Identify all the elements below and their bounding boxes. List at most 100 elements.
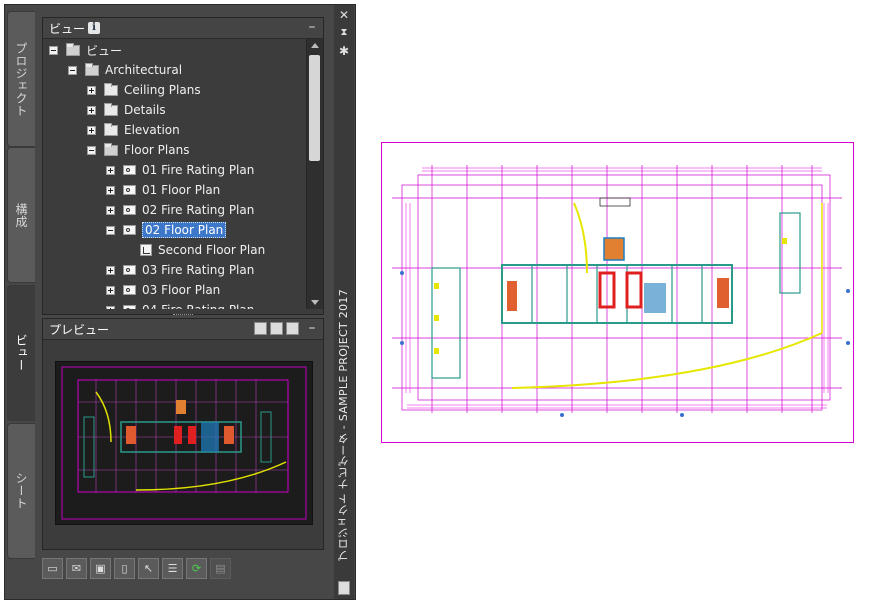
folder-icon bbox=[104, 82, 118, 96]
collapse-icon[interactable] bbox=[87, 145, 96, 155]
collapse-icon[interactable] bbox=[106, 225, 115, 235]
refresh-icon: ⟳ bbox=[191, 562, 202, 575]
tab-views-label: ビュー bbox=[14, 334, 28, 372]
view-properties-icon: ↖ bbox=[143, 562, 154, 575]
collapse-preview-button[interactable]: – bbox=[307, 321, 317, 335]
tree-item-label: 02 Fire Rating Plan bbox=[142, 203, 255, 217]
tree-item-label: 01 Floor Plan bbox=[142, 183, 221, 197]
preview-panel: プレビュー – bbox=[42, 318, 324, 550]
view-properties-button[interactable]: ↖ bbox=[138, 558, 159, 579]
tree-item[interactable]: Floor Plans bbox=[87, 140, 189, 160]
close-icon[interactable]: ✕ bbox=[338, 9, 350, 21]
view-list-icon: ☰ bbox=[167, 562, 178, 575]
preview-panel-header: プレビュー – bbox=[43, 319, 323, 340]
expand-icon[interactable] bbox=[106, 205, 115, 215]
folder-icon bbox=[104, 102, 118, 116]
palette-title: プロジェクト ナビゲータ - SAMPLE PROJECT 2017 bbox=[336, 275, 352, 575]
expand-icon[interactable] bbox=[87, 105, 96, 115]
scroll-thumb[interactable] bbox=[309, 55, 320, 161]
scroll-up-icon[interactable] bbox=[311, 43, 319, 48]
expand-icon[interactable] bbox=[106, 305, 115, 309]
folder-open-icon bbox=[66, 42, 80, 56]
sheet-set-icon: ▤ bbox=[215, 562, 226, 575]
tree-scrollbar[interactable] bbox=[306, 39, 323, 309]
view-icon bbox=[123, 165, 136, 175]
view-icon bbox=[123, 265, 136, 275]
tree-item[interactable]: Elevation bbox=[87, 120, 180, 140]
expand-icon[interactable] bbox=[106, 165, 115, 175]
tree-item[interactable]: 03 Fire Rating Plan bbox=[106, 260, 254, 280]
new-view-button[interactable]: ▭ bbox=[42, 558, 63, 579]
tree-item-label: Ceiling Plans bbox=[124, 83, 201, 97]
palette-title-strip: ✕ ⧗ ✱ プロジェクト ナビゲータ - SAMPLE PROJECT 2017 bbox=[334, 5, 354, 599]
tab-sheets-label: シート bbox=[14, 472, 28, 510]
view-icon bbox=[123, 305, 136, 309]
preview-settings-icon[interactable] bbox=[286, 322, 299, 335]
new-view-icon: ▭ bbox=[47, 562, 58, 575]
tree-item[interactable]: 03 Floor Plan bbox=[106, 280, 220, 300]
tree-item-label: Architectural bbox=[105, 63, 183, 77]
tree-item[interactable]: 02 Fire Rating Plan bbox=[106, 200, 254, 220]
settings-icon[interactable]: ✱ bbox=[338, 45, 350, 57]
folder-open-icon bbox=[85, 62, 99, 76]
collapse-views-button[interactable]: – bbox=[307, 20, 317, 34]
tab-sheets[interactable]: シート bbox=[7, 423, 35, 559]
tab-project[interactable]: プロジェクト bbox=[7, 11, 35, 147]
view-icon bbox=[123, 205, 136, 215]
delete-view-icon: ▯ bbox=[121, 562, 128, 575]
scroll-down-icon[interactable] bbox=[311, 300, 319, 305]
tree-item-label: 02 Floor Plan bbox=[142, 222, 227, 238]
expand-icon[interactable] bbox=[106, 265, 115, 275]
view-icon bbox=[123, 225, 136, 235]
delete-view-button[interactable]: ▯ bbox=[114, 558, 135, 579]
collapse-icon[interactable] bbox=[49, 45, 58, 55]
view-tree: ビュー Architectural Ceiling Plans Details Elev… bbox=[43, 39, 305, 309]
tree-item[interactable]: 01 Floor Plan bbox=[106, 180, 220, 200]
tree-item[interactable]: 04 Fire Rating Plan bbox=[106, 300, 254, 309]
expand-icon[interactable] bbox=[87, 125, 96, 135]
edit-view-button[interactable]: ▣ bbox=[90, 558, 111, 579]
preview-mode-icon[interactable] bbox=[254, 322, 267, 335]
expand-icon[interactable] bbox=[106, 185, 115, 195]
tree-item-label: Details bbox=[124, 103, 166, 117]
views-panel: ビュー i – ビュー Architectural Ceiling Plans Det… bbox=[42, 17, 324, 315]
palette-title-text: プロジェクト ナビゲータ - SAMPLE PROJECT 2017 bbox=[337, 288, 350, 562]
properties-icon[interactable] bbox=[338, 581, 350, 595]
tree-item-label: Elevation bbox=[124, 123, 180, 137]
preview-panel-title: プレビュー bbox=[49, 322, 110, 337]
tree-item[interactable]: 01 Fire Rating Plan bbox=[106, 160, 254, 180]
expand-icon[interactable] bbox=[106, 285, 115, 295]
floor-plan-drawing bbox=[381, 142, 854, 443]
autohide-icon[interactable]: ⧗ bbox=[338, 27, 350, 39]
tab-views[interactable]: ビュー bbox=[7, 285, 35, 421]
view-icon bbox=[123, 185, 136, 195]
tree-item-label: ビュー bbox=[86, 43, 123, 58]
tree-item[interactable]: Details bbox=[87, 100, 166, 120]
tab-constructs-label: 構成 bbox=[14, 202, 28, 228]
tree-item-label: 03 Fire Rating Plan bbox=[142, 263, 255, 277]
project-navigator-palette: プロジェクト 構成 ビュー シート ビュー i – ビュー Architectur… bbox=[4, 4, 356, 600]
collapse-icon[interactable] bbox=[68, 65, 77, 75]
tree-item[interactable]: Second Floor Plan bbox=[123, 240, 265, 260]
refresh-button[interactable]: ⟳ bbox=[186, 558, 207, 579]
info-icon[interactable]: i bbox=[88, 22, 101, 34]
edit-view-icon: ▣ bbox=[95, 562, 106, 575]
tab-constructs[interactable]: 構成 bbox=[7, 147, 35, 283]
tree-item-label: Floor Plans bbox=[124, 143, 190, 157]
tree-item[interactable]: 02 Floor Plan bbox=[106, 220, 227, 240]
tree-item[interactable]: ビュー bbox=[49, 40, 122, 60]
preview-image-icon[interactable] bbox=[270, 322, 283, 335]
tab-project-label: プロジェクト bbox=[14, 41, 28, 117]
navigator-toolbar: ▭ ✉ ▣ ▯ ↖ ☰ ⟳ ▤ bbox=[42, 558, 231, 579]
tree-item[interactable]: Ceiling Plans bbox=[87, 80, 201, 100]
view-list-button[interactable]: ☰ bbox=[162, 558, 183, 579]
place-view-button[interactable]: ✉ bbox=[66, 558, 87, 579]
expand-icon[interactable] bbox=[87, 85, 96, 95]
sheet-view-icon bbox=[140, 244, 152, 256]
tree-item-label: 01 Fire Rating Plan bbox=[142, 163, 255, 177]
sheet-set-button[interactable]: ▤ bbox=[210, 558, 231, 579]
views-panel-header: ビュー i – bbox=[43, 18, 323, 39]
tree-item-label: 03 Floor Plan bbox=[142, 283, 221, 297]
tree-item[interactable]: Architectural bbox=[68, 60, 182, 80]
preview-image bbox=[55, 361, 313, 525]
